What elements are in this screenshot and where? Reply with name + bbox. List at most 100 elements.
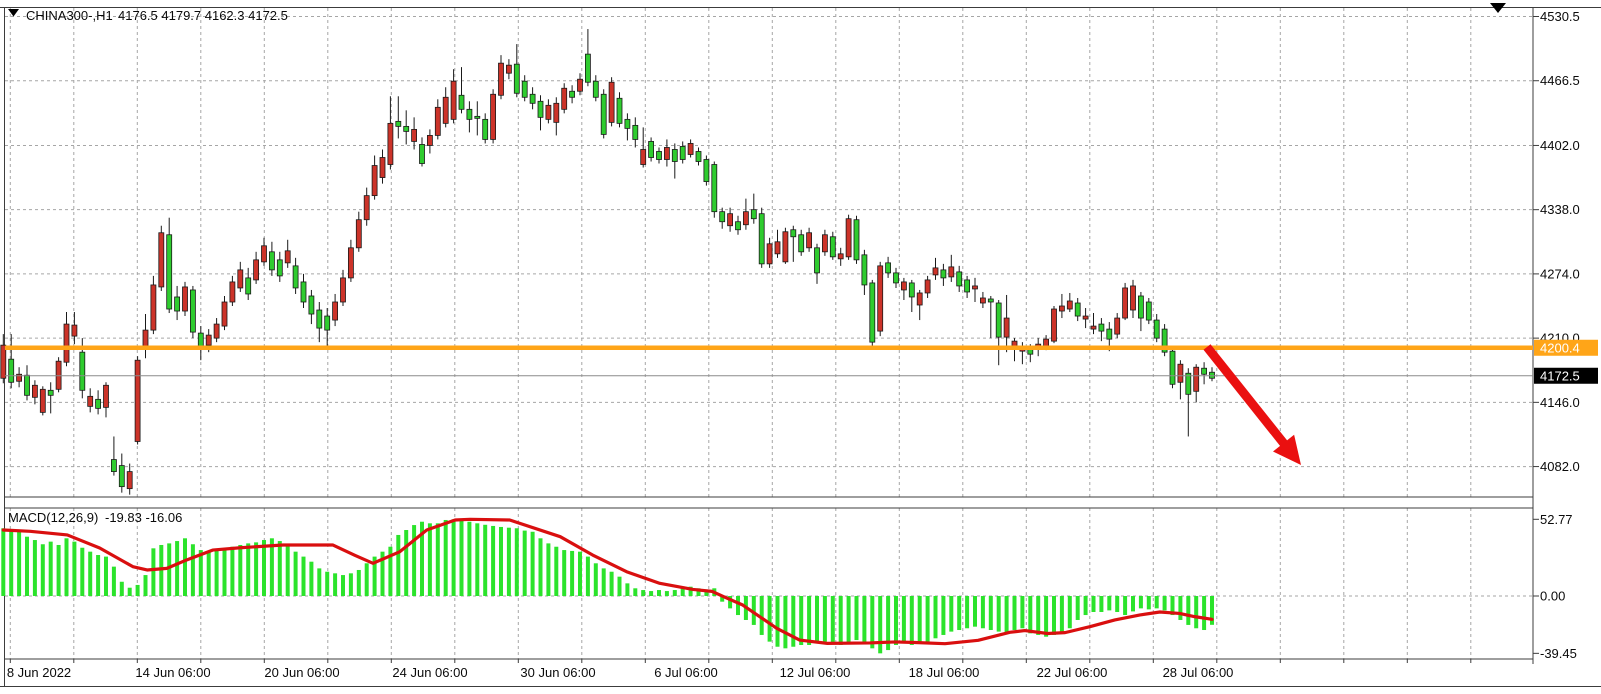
symbol-dropdown-icon[interactable]	[8, 9, 19, 17]
candle-body	[609, 82, 614, 122]
macd-histogram-bar	[112, 567, 116, 596]
candle-body	[309, 296, 314, 314]
macd-histogram-bar	[317, 568, 321, 596]
candle-body	[562, 88, 567, 109]
candle-body	[838, 254, 843, 259]
macd-histogram-bar	[546, 543, 550, 596]
candle-body	[870, 283, 875, 342]
macd-histogram-bar	[949, 596, 953, 632]
macd-histogram-bar	[1084, 596, 1088, 615]
macd-histogram-bar	[246, 543, 250, 596]
macd-histogram-bar	[1005, 596, 1009, 633]
macd-histogram-bar	[625, 583, 629, 596]
candle-body	[593, 81, 598, 97]
candle-body	[909, 283, 914, 297]
macd-histogram-bar	[831, 596, 835, 643]
macd-histogram-bar	[238, 545, 242, 596]
candle-body	[1067, 301, 1072, 309]
price-axis-label: 4466.5	[1540, 73, 1580, 88]
macd-histogram-bar	[144, 575, 148, 596]
macd-histogram-bar	[483, 525, 487, 596]
chart-canvas[interactable]: 4530.54466.54402.04338.04274.04210.04146…	[0, 0, 1601, 689]
time-axis-label: 22 Jul 06:00	[1037, 665, 1108, 680]
candle-body	[1115, 318, 1120, 334]
candle-body	[451, 81, 456, 119]
macd-histogram-bar	[341, 575, 345, 596]
candle-body	[475, 116, 480, 118]
macd-histogram-bar	[1, 528, 5, 596]
candle-body	[957, 272, 962, 286]
candle-body	[759, 214, 764, 264]
candle-body	[775, 242, 780, 254]
candle-body	[822, 235, 827, 252]
macd-histogram-bar	[302, 557, 306, 596]
candle-body	[159, 233, 164, 287]
macd-histogram-bar	[602, 568, 606, 596]
candle-body	[894, 273, 899, 283]
candle-body	[1052, 309, 1057, 341]
time-axis-label: 30 Jun 06:00	[520, 665, 595, 680]
macd-histogram-bar	[1052, 596, 1056, 635]
candle-body	[767, 244, 772, 264]
candle-body	[214, 324, 219, 338]
macd-histogram-bar	[199, 550, 203, 596]
macd-histogram-bar	[96, 555, 100, 596]
trend-arrow-shaft[interactable]	[1207, 347, 1287, 448]
macd-histogram-bar	[57, 545, 61, 596]
macd-histogram-bar	[1202, 596, 1206, 630]
macd-histogram-bar	[128, 588, 132, 596]
macd-histogram-bar	[957, 596, 961, 630]
candle-body	[1138, 296, 1143, 318]
candle-body	[657, 151, 662, 159]
macd-histogram-bar	[934, 596, 938, 638]
macd-histogram-bar	[918, 596, 922, 643]
macd-histogram-bar	[175, 541, 179, 596]
macd-histogram-bar	[736, 596, 740, 615]
macd-histogram-bar	[531, 532, 535, 596]
candle-body	[1178, 364, 1183, 382]
candlestick-series	[1, 29, 1215, 495]
macd-axis-label: 0.00	[1540, 589, 1565, 604]
candle-body	[269, 252, 274, 270]
candle-body	[72, 325, 77, 336]
macd-histogram-bar	[633, 588, 637, 596]
candle-body	[1154, 320, 1159, 338]
time-axis-label: 24 Jun 06:00	[392, 665, 467, 680]
candle-body	[878, 266, 883, 331]
candle-body	[293, 266, 298, 288]
candle-body	[633, 125, 638, 139]
price-lines[interactable]	[5, 348, 1533, 376]
macd-histogram-bar	[254, 542, 258, 596]
annotations[interactable]	[1207, 347, 1301, 465]
macd-histogram-bar	[262, 540, 266, 596]
candle-body	[167, 235, 172, 309]
candle-body	[175, 297, 180, 311]
macd-histogram-bar	[1186, 596, 1190, 625]
chart-title-symbol: CHINA300-,H1	[26, 8, 113, 23]
macd-histogram-bar	[878, 596, 882, 653]
macd-histogram-bar	[325, 572, 329, 596]
macd-histogram-bar	[618, 577, 622, 596]
candle-body	[246, 278, 251, 294]
candle-body	[1, 345, 6, 378]
macd-histogram-bar	[902, 596, 906, 643]
candle-body	[973, 286, 978, 289]
candle-body	[427, 135, 432, 145]
macd-histogram-bar	[230, 547, 234, 596]
candle-body	[799, 235, 804, 252]
macd-histogram-bar	[1092, 596, 1096, 612]
candle-body	[372, 166, 377, 196]
candle-body	[664, 147, 669, 159]
macd-histogram-bar	[1123, 596, 1127, 615]
candle-body	[743, 212, 748, 225]
macd-histogram-bar	[823, 596, 827, 642]
macd-axis-label: -39.45	[1540, 646, 1577, 661]
candle-body	[712, 165, 717, 212]
candle-body	[412, 129, 417, 141]
macd-histogram-bar	[507, 528, 511, 596]
candle-body	[1210, 372, 1215, 378]
candle-body	[791, 230, 796, 237]
macd-histogram-bar	[436, 523, 440, 596]
candle-body	[949, 267, 954, 277]
candle-body	[578, 79, 583, 91]
